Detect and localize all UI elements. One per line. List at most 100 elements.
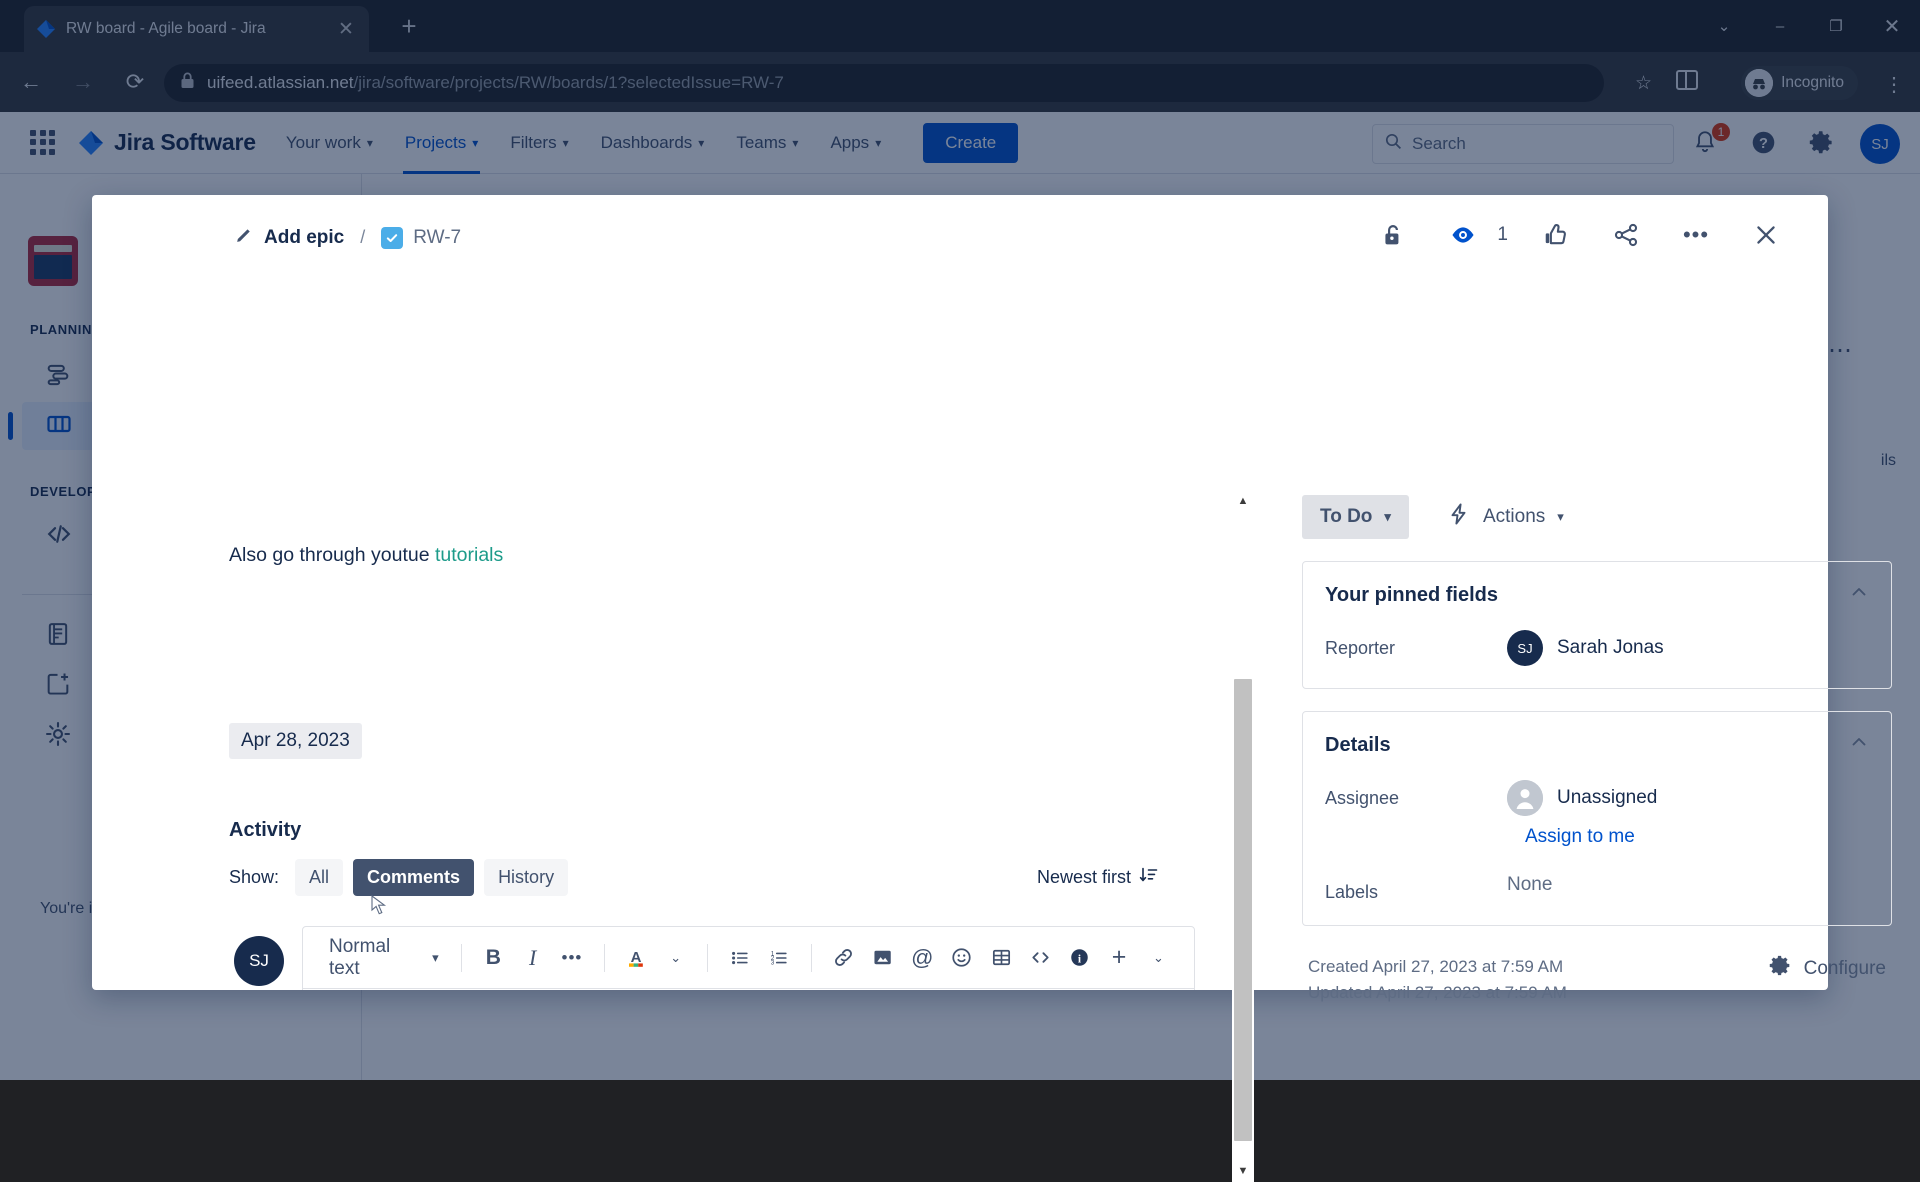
add-epic-button[interactable]: Add epic — [235, 225, 344, 250]
labels-row: Labels None — [1303, 848, 1891, 925]
details-title: Details — [1325, 734, 1391, 757]
chevron-up-icon[interactable] — [1849, 732, 1869, 758]
thumbs-up-icon[interactable] — [1534, 213, 1578, 257]
chevron-down-icon[interactable]: ⌄ — [1141, 940, 1176, 976]
toolbar-divider — [811, 944, 812, 972]
gear-icon — [1769, 954, 1792, 983]
table-icon[interactable] — [983, 940, 1018, 976]
description-text: Also go through youtue — [229, 544, 435, 566]
watch-icon[interactable] — [1441, 213, 1485, 257]
pinned-fields-card: Your pinned fields Reporter SJ Sarah Jon… — [1302, 561, 1892, 689]
actions-label: Actions — [1483, 506, 1545, 528]
issue-description: Also go through youtue tutorials — [229, 544, 503, 567]
issue-key-link[interactable]: RW-7 — [413, 227, 461, 249]
issue-details-column: To Do ▾ Actions ▾ Your pinned fields — [1302, 495, 1892, 1007]
bold-button[interactable]: B — [476, 940, 511, 976]
add-epic-label: Add epic — [264, 227, 344, 249]
assign-to-me-link[interactable]: Assign to me — [1525, 826, 1891, 848]
updated-text: Updated April 27, 2023 at 7:59 AM — [1308, 980, 1567, 1006]
status-dropdown[interactable]: To Do ▾ — [1302, 495, 1409, 539]
pinned-fields-header[interactable]: Your pinned fields — [1303, 562, 1891, 624]
show-label: Show: — [229, 867, 279, 888]
close-icon[interactable] — [1744, 213, 1788, 257]
details-card: Details Assignee Unassigned Assign to me — [1302, 711, 1892, 926]
bullet-list-button[interactable] — [722, 940, 757, 976]
sort-toggle[interactable]: Newest first — [1037, 865, 1159, 890]
configure-button[interactable]: Configure — [1769, 954, 1886, 983]
activity-filter-row: Show: All Comments History Newest first — [229, 856, 1159, 898]
more-actions-icon[interactable]: ••• — [1674, 213, 1718, 257]
assignee-value[interactable]: Unassigned — [1507, 780, 1657, 816]
breadcrumb-separator: / — [360, 227, 365, 248]
watch-count: 1 — [1497, 224, 1508, 246]
chevron-down-icon[interactable]: ⌄ — [658, 940, 693, 976]
details-header[interactable]: Details — [1303, 712, 1891, 774]
code-icon[interactable] — [1023, 940, 1058, 976]
status-label: To Do — [1320, 506, 1372, 528]
numbered-list-button[interactable]: 123 — [762, 940, 797, 976]
sort-descending-icon — [1139, 865, 1159, 890]
activity-heading: Activity — [229, 819, 301, 842]
comment-author-avatar: SJ — [234, 936, 284, 986]
reporter-label: Reporter — [1325, 630, 1507, 659]
more-formatting-button[interactable]: ••• — [554, 940, 589, 976]
svg-text:3: 3 — [771, 959, 775, 966]
assignee-row: Assignee Unassigned — [1303, 774, 1891, 816]
filter-history[interactable]: History — [484, 859, 568, 896]
emoji-icon[interactable] — [944, 940, 979, 976]
labels-value[interactable]: None — [1507, 874, 1552, 896]
italic-button[interactable]: I — [515, 940, 550, 976]
issue-meta-row: Created April 27, 2023 at 7:59 AM Update… — [1302, 954, 1892, 1007]
editor-toolbar: Normal text ▾ B I ••• A ⌄ — [303, 927, 1194, 989]
sort-label: Newest first — [1037, 867, 1131, 888]
comment-editor[interactable]: Normal text ▾ B I ••• A ⌄ — [302, 926, 1195, 990]
chevron-down-icon: ▾ — [1384, 509, 1391, 525]
modal-header-actions: 1 ••• — [1371, 213, 1788, 257]
content-scrollbar-thumb[interactable] — [1234, 679, 1252, 1141]
modal-content-column: Also go through youtue tutorials Apr 28,… — [92, 271, 1222, 990]
text-color-button[interactable]: A — [619, 940, 654, 976]
assignee-label: Assignee — [1325, 780, 1507, 809]
assignee-name: Unassigned — [1557, 787, 1657, 809]
scroll-up-arrow[interactable]: ▲ — [1232, 490, 1254, 512]
browser-window: RW board - Agile board - Jira ✕ + ⌄ – ❐ … — [0, 0, 1920, 1080]
unlock-icon[interactable] — [1371, 213, 1415, 257]
toolbar-divider — [461, 944, 462, 972]
toolbar-divider — [707, 944, 708, 972]
created-text: Created April 27, 2023 at 7:59 AM — [1308, 954, 1567, 980]
mouse-cursor — [371, 895, 387, 917]
text-style-label: Normal text — [329, 936, 424, 980]
modal-header: Add epic / RW-7 1 — [92, 195, 1828, 271]
insert-more-button[interactable]: + — [1101, 940, 1136, 976]
reporter-value[interactable]: SJ Sarah Jonas — [1507, 630, 1664, 666]
pencil-icon — [235, 225, 254, 250]
breadcrumb: Add epic / RW-7 — [235, 225, 461, 250]
status-row: To Do ▾ Actions ▾ — [1302, 495, 1892, 539]
mention-icon[interactable]: @ — [905, 940, 940, 976]
link-icon[interactable] — [826, 940, 861, 976]
lightning-icon — [1447, 502, 1471, 532]
chevron-down-icon: ▾ — [432, 950, 439, 966]
reporter-row: Reporter SJ Sarah Jonas — [1303, 624, 1891, 688]
share-icon[interactable] — [1604, 213, 1648, 257]
date-chip: Apr 28, 2023 — [229, 723, 362, 759]
unassigned-avatar-icon — [1507, 780, 1543, 816]
configure-label: Configure — [1804, 958, 1886, 980]
chevron-up-icon[interactable] — [1849, 582, 1869, 608]
toolbar-divider — [604, 944, 605, 972]
reporter-name: Sarah Jonas — [1557, 637, 1664, 659]
info-panel-icon[interactable]: i — [1062, 940, 1097, 976]
comment-input[interactable]: Ideall — [303, 989, 1194, 990]
task-type-icon — [381, 227, 403, 249]
filter-comments[interactable]: Comments — [353, 859, 474, 896]
text-style-dropdown[interactable]: Normal text ▾ — [321, 930, 447, 986]
chevron-down-icon: ▾ — [1557, 509, 1564, 525]
actions-dropdown[interactable]: Actions ▾ — [1447, 502, 1564, 532]
filter-all[interactable]: All — [295, 859, 343, 896]
image-icon[interactable] — [865, 940, 900, 976]
description-link[interactable]: tutorials — [435, 544, 503, 566]
reporter-avatar: SJ — [1507, 630, 1543, 666]
scroll-down-arrow[interactable]: ▼ — [1232, 1160, 1254, 1182]
labels-label: Labels — [1325, 874, 1507, 903]
issue-timestamps: Created April 27, 2023 at 7:59 AM Update… — [1308, 954, 1567, 1007]
